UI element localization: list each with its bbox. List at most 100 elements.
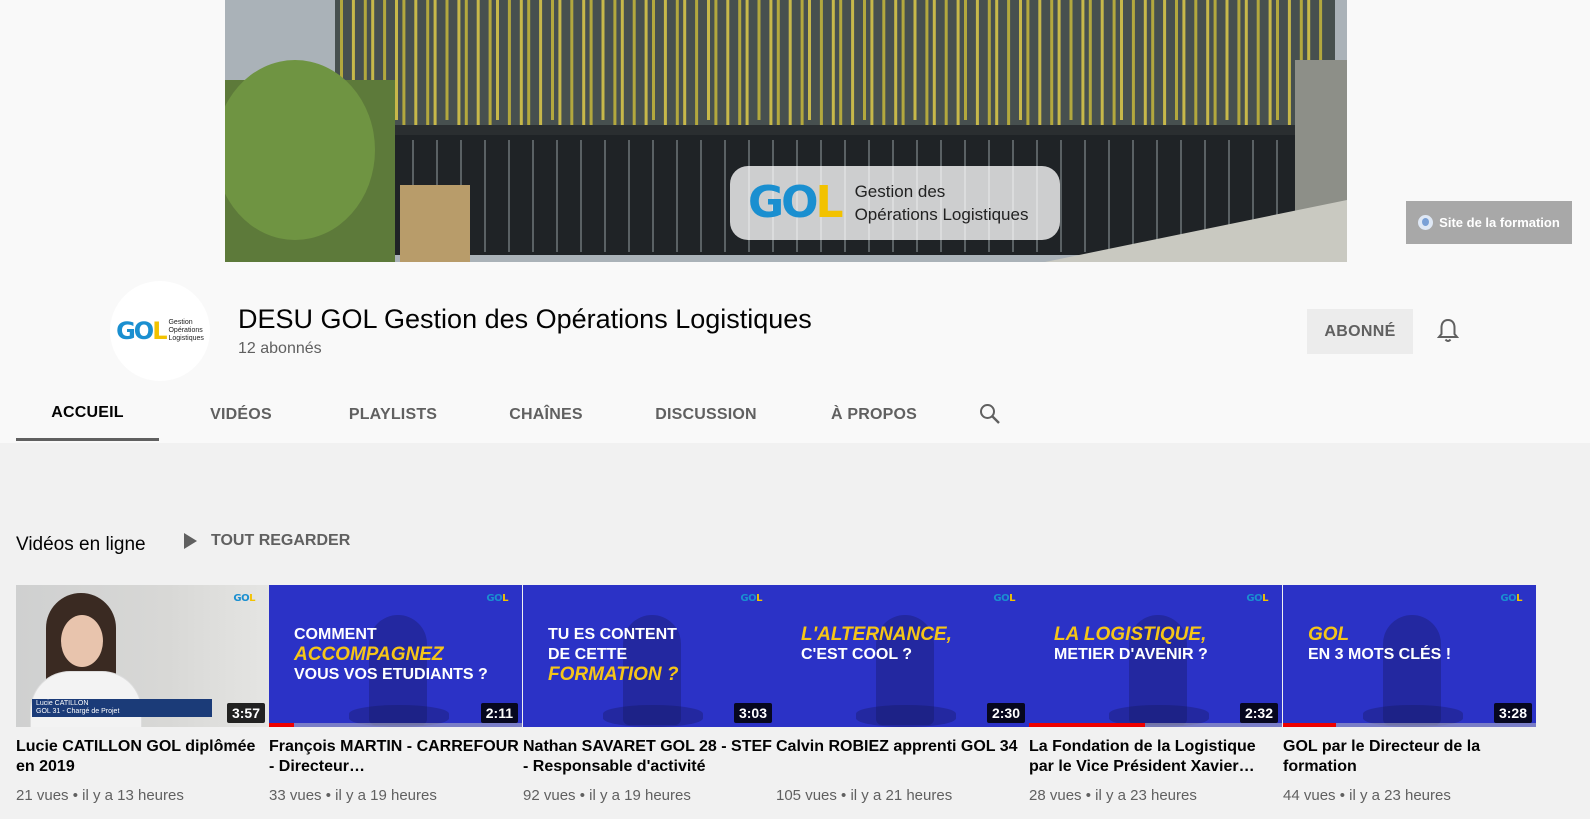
- banner-bar: [1050, 0, 1054, 144]
- video-metadata: 28 vues • il y a 23 heures: [1029, 787, 1197, 804]
- video-duration: 2:11: [480, 703, 518, 723]
- banner-bar: [551, 0, 554, 120]
- banner-bar: [925, 0, 929, 128]
- gol-logo-icon: GOL: [486, 593, 508, 604]
- video-title[interactable]: Lucie CATILLON GOL diplômée en 2019: [16, 737, 269, 777]
- shelf-title[interactable]: Vidéos en ligne: [16, 534, 146, 556]
- banner-bar: [527, 0, 531, 144]
- video-thumbnail[interactable]: Comment accompagnez vous vos etudiants ? GO…: [269, 585, 522, 727]
- table-silhouette: [603, 705, 703, 727]
- banner-bar: [707, 0, 710, 120]
- banner-bar: [1244, 0, 1248, 136]
- banner-window-frame: [484, 140, 486, 252]
- video-shelf: Lucie CATILLON GOL 31 - Chargé de Projet G…: [16, 585, 1576, 819]
- banner-bar: [819, 0, 823, 128]
- subscribed-button[interactable]: ABONNÉ: [1307, 309, 1413, 354]
- notification-bell-icon[interactable]: [1436, 318, 1460, 344]
- banner-bar: [414, 0, 418, 136]
- tab-videos[interactable]: VIDÉOS: [176, 388, 306, 441]
- banner-window-frame: [532, 140, 534, 252]
- tab-chaines[interactable]: CHAÎNES: [482, 388, 610, 441]
- banner-window-frame: [1156, 140, 1158, 252]
- tab-playlists[interactable]: PLAYLISTS: [324, 388, 462, 441]
- banner-window-frame: [580, 140, 582, 252]
- thumbnail-text: GOL en 3 mots clés !: [1308, 624, 1452, 664]
- banner-bar: [519, 0, 523, 136]
- banner-bar: [663, 0, 667, 128]
- banner-bar: [402, 0, 406, 128]
- video-thumbnail[interactable]: L'alternance, c'est cool ? GOL 2:30: [776, 585, 1029, 727]
- play-all-button[interactable]: TOUT REGARDER: [184, 532, 350, 550]
- banner-bar: [932, 0, 936, 136]
- gol-logo-icon: GOL: [116, 317, 167, 345]
- video-title[interactable]: La Fondation de la Logistique par le Vic…: [1029, 737, 1282, 777]
- channel-banner: GOL Gestion des Opérations Logistiques: [225, 0, 1347, 262]
- banner-bar: [1069, 0, 1073, 120]
- thumbnail-text: L'alternance, c'est cool ?: [801, 624, 952, 664]
- video-metadata: 44 vues • il y a 23 heures: [1283, 787, 1451, 804]
- video-card[interactable]: La logistique, metier d'avenir ? GOL 2:32 La…: [1029, 585, 1282, 804]
- banner-bar: [964, 0, 967, 120]
- video-card[interactable]: L'alternance, c'est cool ? GOL 2:30 Calvin R…: [776, 585, 1029, 804]
- banner-window-frame: [1108, 140, 1110, 252]
- video-card[interactable]: Tu es content de cette formation ? GOL 3:03 N…: [523, 585, 776, 804]
- video-title[interactable]: GOL par le Directeur de la formation: [1283, 737, 1536, 777]
- banner-bar: [675, 0, 679, 136]
- video-card[interactable]: Comment accompagnez vous vos etudiants ? GO…: [269, 585, 522, 804]
- banner-bar: [496, 0, 499, 120]
- channel-avatar[interactable]: GOL Gestion Opérations Logistiques: [110, 281, 210, 381]
- banner-bar: [1237, 0, 1241, 128]
- person-face: [61, 615, 103, 667]
- search-icon[interactable]: [978, 402, 1002, 426]
- banner-bar: [1287, 0, 1291, 128]
- banner-bar: [464, 0, 468, 136]
- banner-bar: [1194, 0, 1198, 136]
- video-thumbnail[interactable]: Lucie CATILLON GOL 31 - Chargé de Projet G…: [16, 585, 269, 727]
- banner-bar: [894, 0, 898, 144]
- gol-logo-icon: GOL: [1246, 593, 1268, 604]
- banner-bar: [831, 0, 835, 136]
- site-link-button[interactable]: Site de la formation: [1406, 201, 1572, 244]
- banner-bar: [1182, 0, 1186, 128]
- gol-logo-icon: GOL: [1500, 593, 1522, 604]
- banner-bar: [776, 0, 780, 136]
- banner-window-frame: [628, 140, 630, 252]
- tab-discussion[interactable]: DISCUSSION: [628, 388, 784, 441]
- video-title[interactable]: Calvin ROBIEZ apprenti GOL 34: [776, 737, 1029, 777]
- banner-logo-card: GOL Gestion des Opérations Logistiques: [730, 166, 1060, 240]
- video-thumbnail[interactable]: Tu es content de cette formation ? GOL 3:03: [523, 585, 776, 727]
- video-card[interactable]: Lucie CATILLON GOL 31 - Chargé de Projet G…: [16, 585, 269, 804]
- banner-bar: [570, 0, 574, 136]
- gol-logo-icon: GOL: [740, 593, 762, 604]
- banner-bar: [839, 0, 843, 144]
- play-icon: [184, 533, 197, 549]
- thumbnail-text: Tu es content de cette formation ?: [548, 626, 679, 685]
- banner-bar: [1131, 0, 1135, 128]
- banner-window-frame: [652, 140, 654, 252]
- banner-bar: [870, 0, 874, 128]
- banner-bar: [714, 0, 718, 128]
- video-metadata: 105 vues • il y a 21 heures: [776, 787, 953, 804]
- tab-accueil[interactable]: ACCUEIL: [16, 388, 159, 441]
- banner-bar: [975, 0, 979, 128]
- tab-a-propos[interactable]: À PROPOS: [806, 388, 942, 441]
- banner-window-frame: [676, 140, 678, 252]
- video-thumbnail[interactable]: La logistique, metier d'avenir ? GOL 2:32: [1029, 585, 1282, 727]
- banner-bar: [726, 0, 730, 136]
- banner-bar: [507, 0, 511, 128]
- banner-bar: [757, 0, 761, 120]
- lower-third-caption: Lucie CATILLON GOL 31 - Chargé de Projet: [32, 699, 212, 717]
- banner-window-frame: [700, 140, 702, 252]
- banner-bar: [1088, 0, 1092, 136]
- thumbnail-text: La logistique, metier d'avenir ?: [1054, 624, 1208, 664]
- video-duration: 3:28: [1493, 703, 1532, 723]
- banner-window-frame: [1132, 140, 1134, 252]
- video-title[interactable]: Nathan SAVARET GOL 28 - STEF - Responsab…: [523, 737, 776, 777]
- video-metadata: 21 vues • il y a 13 heures: [16, 787, 184, 804]
- watch-progress-bar: [1283, 723, 1337, 727]
- banner-bar: [808, 0, 811, 120]
- video-title[interactable]: François MARTIN - CARREFOUR - Directeur…: [269, 737, 522, 777]
- video-thumbnail[interactable]: GOL en 3 mots clés ! GOL 3:28: [1283, 585, 1536, 727]
- subscriber-count: 12 abonnés: [238, 340, 322, 357]
- video-card[interactable]: GOL en 3 mots clés ! GOL 3:28 GOL par le Dir…: [1283, 585, 1536, 804]
